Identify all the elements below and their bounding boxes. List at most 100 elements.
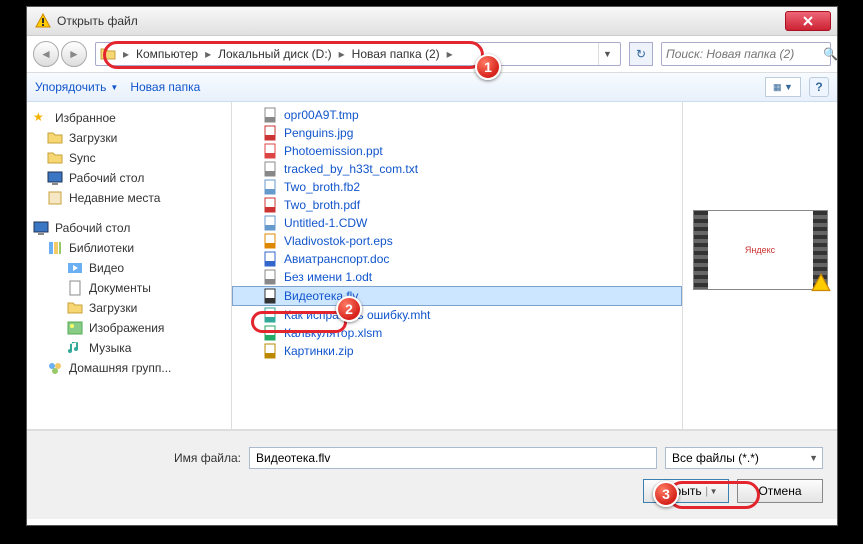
file-item[interactable]: Untitled-1.CDW	[232, 214, 682, 232]
file-item[interactable]: Калькулятор.xlsm	[232, 324, 682, 342]
file-item[interactable]: Без имени 1.odt	[232, 268, 682, 286]
new-folder-button[interactable]: Новая папка	[130, 80, 200, 94]
back-button[interactable]: ◄	[33, 41, 59, 67]
arrow-left-icon: ◄	[40, 47, 52, 61]
folder-icon	[47, 130, 63, 146]
file-icon	[262, 143, 278, 159]
refresh-button[interactable]: ↻	[629, 42, 653, 66]
file-name: Photoemission.ppt	[284, 144, 383, 158]
file-list[interactable]: opr00A9T.tmp Penguins.jpg Photoemission.pp…	[232, 102, 682, 429]
help-button[interactable]: ?	[809, 77, 829, 97]
breadcrumb-computer[interactable]: Компьютер	[132, 47, 202, 61]
sidebar-images[interactable]: Изображения	[27, 318, 231, 338]
file-type-filter[interactable]: Все файлы (*.*)	[665, 447, 823, 469]
file-name: Видеотека.flv	[284, 289, 358, 303]
file-name: Vladivostok-port.eps	[284, 234, 393, 248]
refresh-icon: ↻	[636, 47, 646, 61]
file-item[interactable]: Vladivostok-port.eps	[232, 232, 682, 250]
sidebar-videos[interactable]: Видео	[27, 258, 231, 278]
file-item[interactable]: Photoemission.ppt	[232, 142, 682, 160]
filename-label: Имя файла:	[41, 451, 241, 465]
sidebar-recent[interactable]: Недавние места	[27, 188, 231, 208]
chevron-right-icon: ▸	[120, 44, 132, 64]
forward-button[interactable]: ►	[61, 41, 87, 67]
sidebar-documents[interactable]: Документы	[27, 278, 231, 298]
file-icon	[262, 343, 278, 359]
breadcrumb-folder[interactable]: Новая папка (2)	[348, 47, 444, 61]
dialog-body: ★Избранное Загрузки Sync Рабочий стол Не…	[27, 102, 837, 430]
file-item[interactable]: opr00A9T.tmp	[232, 106, 682, 124]
chevron-down-icon: ▼	[110, 83, 118, 92]
search-input[interactable]	[666, 47, 823, 61]
sidebar-desktop[interactable]: Рабочий стол	[27, 218, 231, 238]
file-name: Без имени 1.odt	[284, 270, 372, 284]
preview-pane: Яндекс	[682, 102, 837, 429]
organize-menu[interactable]: Упорядочить ▼	[35, 80, 118, 94]
file-name: Как исправить ошибку.mht	[284, 308, 430, 322]
app-icon	[35, 13, 51, 29]
music-icon	[67, 340, 83, 356]
address-dropdown[interactable]: ▼	[598, 43, 616, 65]
homegroup-icon	[47, 360, 63, 376]
file-icon	[262, 125, 278, 141]
file-item[interactable]: Two_broth.pdf	[232, 196, 682, 214]
search-icon: 🔍	[823, 47, 838, 61]
filename-input[interactable]	[249, 447, 657, 469]
file-item[interactable]: Авиатранспорт.doc	[232, 250, 682, 268]
chevron-right-icon: ▸	[202, 44, 214, 64]
sidebar-desktop-fav[interactable]: Рабочий стол	[27, 168, 231, 188]
sidebar-sync[interactable]: Sync	[27, 148, 231, 168]
file-item[interactable]: Penguins.jpg	[232, 124, 682, 142]
chevron-down-icon: │▼	[705, 487, 718, 496]
document-icon	[67, 280, 83, 296]
file-icon	[262, 197, 278, 213]
sidebar: ★Избранное Загрузки Sync Рабочий стол Не…	[27, 102, 232, 429]
file-icon	[262, 161, 278, 177]
file-icon	[262, 288, 278, 304]
preview-label: Яндекс	[745, 245, 775, 255]
file-name: tracked_by_h33t_com.txt	[284, 162, 418, 176]
address-bar[interactable]: ▸ Компьютер ▸ Локальный диск (D:) ▸ Нова…	[95, 42, 621, 66]
file-icon	[262, 179, 278, 195]
image-icon	[67, 320, 83, 336]
open-button[interactable]: Открыть│▼	[643, 479, 729, 503]
titlebar: Открыть файл	[27, 7, 837, 36]
file-icon	[262, 215, 278, 231]
file-item[interactable]: Видеотека.flv	[232, 286, 682, 306]
app-overlay-icon	[811, 273, 831, 293]
breadcrumb-drive[interactable]: Локальный диск (D:)	[214, 47, 336, 61]
window-title: Открыть файл	[57, 14, 785, 28]
preview-thumbnail: Яндекс	[693, 210, 828, 290]
arrow-right-icon: ►	[68, 47, 80, 61]
sidebar-homegroup[interactable]: Домашняя групп...	[27, 358, 231, 378]
close-button[interactable]	[785, 11, 831, 31]
toolbar: Упорядочить ▼ Новая папка ▦ ▼ ?	[27, 72, 837, 102]
view-mode-button[interactable]: ▦ ▼	[765, 77, 801, 97]
chevron-right-icon: ▸	[444, 44, 456, 64]
file-item[interactable]: tracked_by_h33t_com.txt	[232, 160, 682, 178]
sidebar-libraries[interactable]: Библиотеки	[27, 238, 231, 258]
sidebar-music[interactable]: Музыка	[27, 338, 231, 358]
sidebar-lib-downloads[interactable]: Загрузки	[27, 298, 231, 318]
open-file-dialog: Открыть файл ◄ ► ▸ Компьютер ▸ Локальный…	[26, 6, 838, 526]
file-name: Картинки.zip	[284, 344, 354, 358]
folder-icon	[47, 150, 63, 166]
file-name: Untitled-1.CDW	[284, 216, 367, 230]
file-icon	[262, 325, 278, 341]
file-icon	[262, 307, 278, 323]
file-name: Two_broth.fb2	[284, 180, 360, 194]
file-item[interactable]: Картинки.zip	[232, 342, 682, 360]
cancel-button[interactable]: Отмена	[737, 479, 823, 503]
chevron-right-icon: ▸	[336, 44, 348, 64]
file-icon	[262, 251, 278, 267]
file-name: Авиатранспорт.doc	[284, 252, 389, 266]
sidebar-downloads[interactable]: Загрузки	[27, 128, 231, 148]
file-item[interactable]: Как исправить ошибку.mht	[232, 306, 682, 324]
chevron-down-icon: ▼	[603, 49, 612, 59]
file-name: opr00A9T.tmp	[284, 108, 359, 122]
sidebar-favorites[interactable]: ★Избранное	[27, 108, 231, 128]
search-box[interactable]: 🔍	[661, 42, 831, 66]
file-item[interactable]: Two_broth.fb2	[232, 178, 682, 196]
navigation-row: ◄ ► ▸ Компьютер ▸ Локальный диск (D:) ▸ …	[27, 36, 837, 72]
close-icon	[803, 16, 813, 26]
